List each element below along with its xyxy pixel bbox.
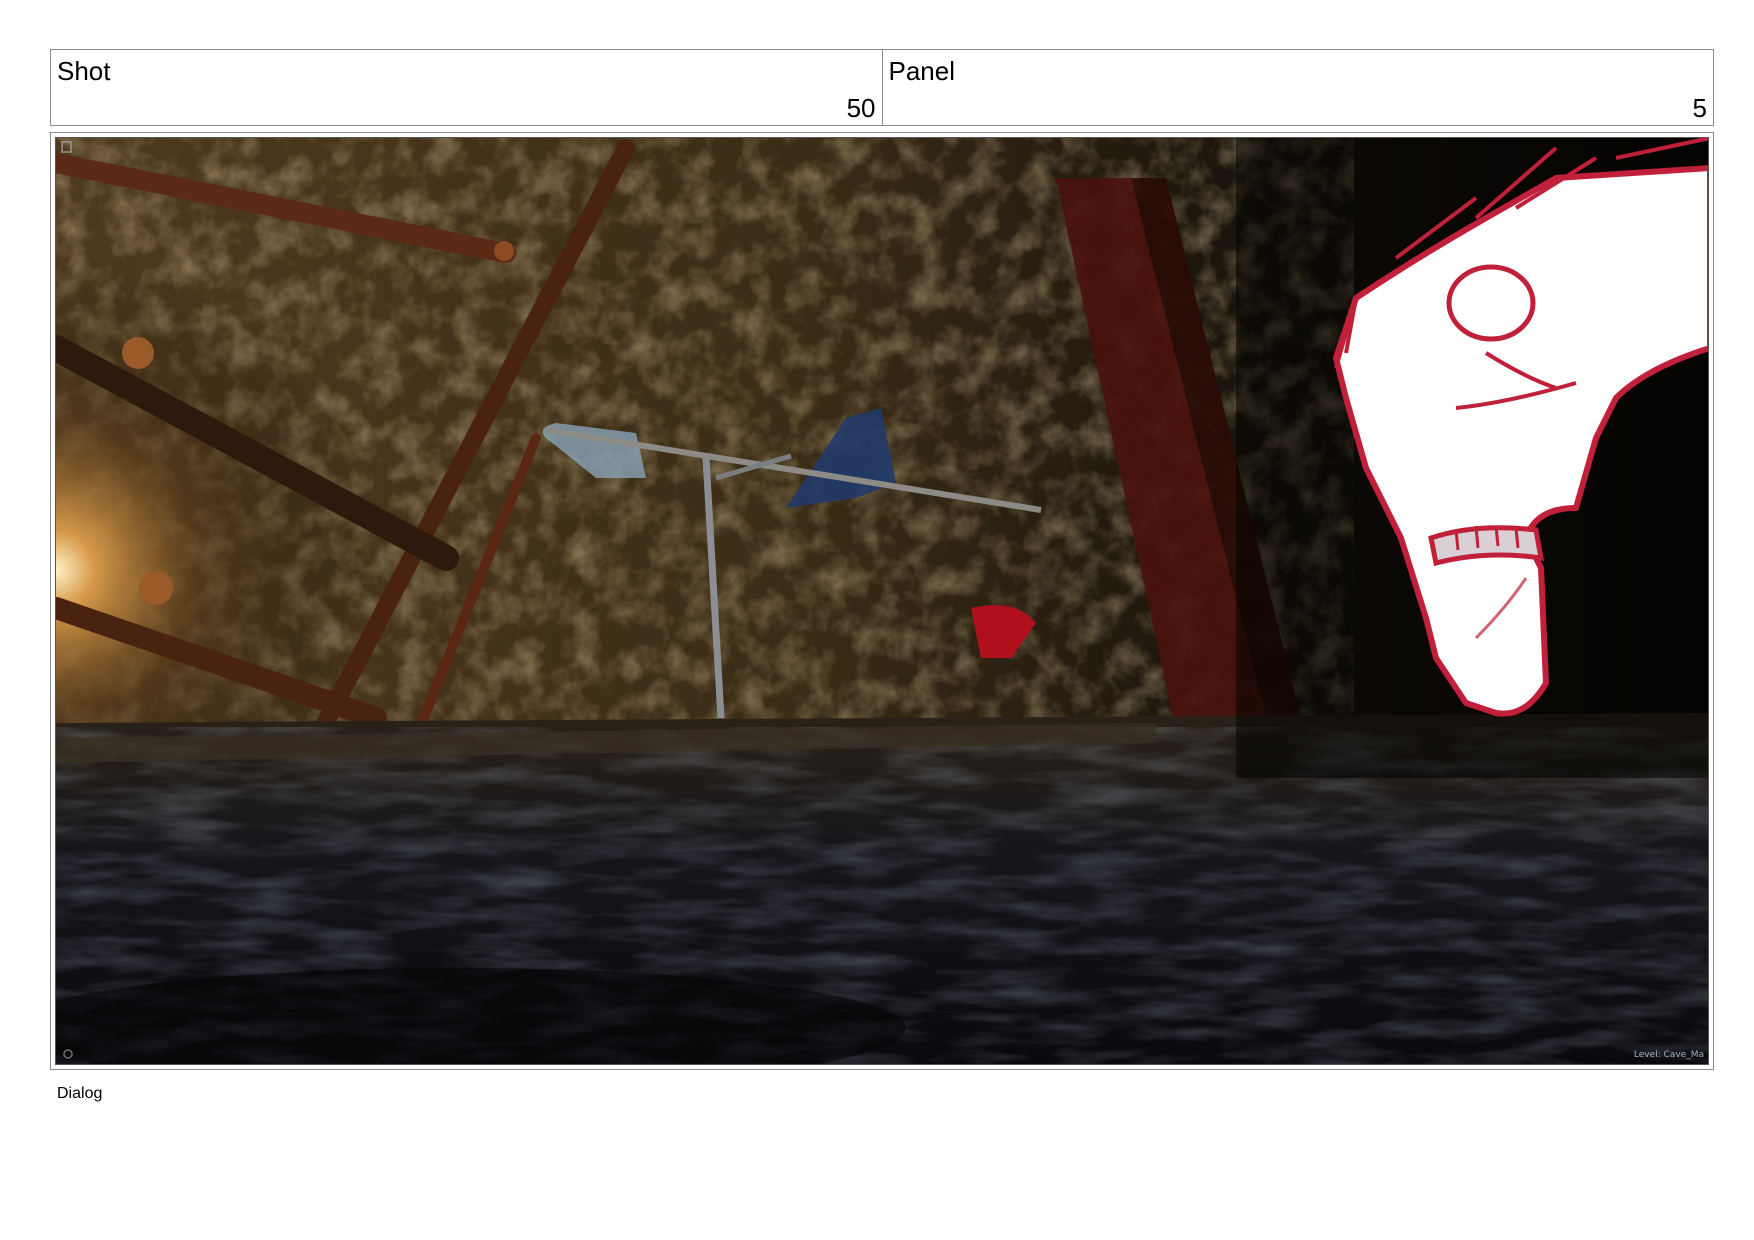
panel-cell: Panel 5 (881, 50, 1714, 125)
shot-label: Shot (57, 56, 111, 86)
viewport-level-label: Level: Cave_Ma (1633, 1050, 1704, 1060)
shot-cell: Shot 50 (51, 50, 882, 125)
shot-number: 50 (846, 93, 876, 123)
panel-label: Panel (888, 56, 956, 86)
shot-panel-header: Shot 50 Panel 5 (50, 49, 1714, 126)
panel-number: 5 (1692, 93, 1707, 123)
cave-scene-illustration (56, 138, 1708, 1064)
storyboard-image: Level: Cave_Ma (55, 137, 1709, 1065)
storyboard-frame: Level: Cave_Ma (50, 132, 1714, 1070)
dialog-caption: Dialog (57, 1085, 103, 1102)
